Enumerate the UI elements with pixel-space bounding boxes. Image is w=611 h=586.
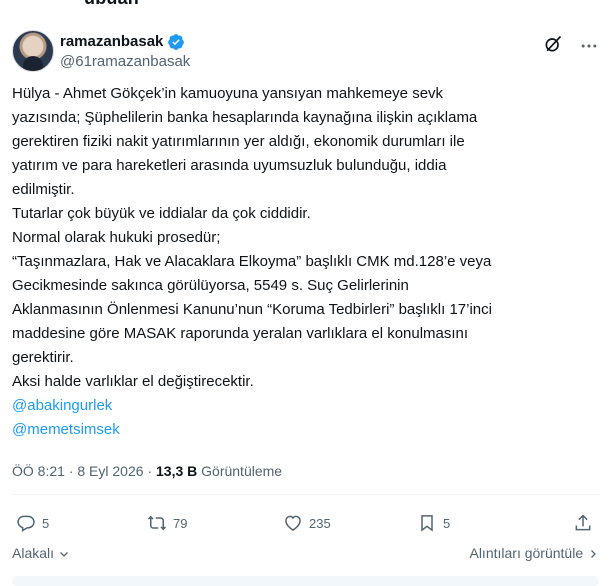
next-section-edge — [12, 576, 599, 586]
reply-icon — [17, 515, 35, 532]
meta-separator: · — [147, 463, 153, 479]
post-text-line: “Taşınmazlara, Hak ve Alacaklara Elkoyma… — [12, 253, 492, 270]
bookmark-count: 5 — [443, 515, 451, 531]
chevron-right-icon — [591, 550, 596, 559]
grok-icon[interactable] — [543, 34, 563, 54]
views-count: 13,3 B — [156, 463, 198, 479]
author-handle[interactable]: @61ramazanbasak — [60, 53, 190, 70]
post-text-line: yazısında; Şüphelilerin banka hesapların… — [12, 109, 478, 126]
meta-separator: · — [68, 463, 74, 479]
repost-count: 79 — [173, 515, 188, 531]
related-label: Alakalı — [12, 545, 55, 561]
chevron-down-icon — [59, 552, 68, 558]
view-quotes-link[interactable]: Alıntıları görüntüle — [469, 545, 599, 561]
repost-icon — [147, 515, 167, 531]
share-icon — [575, 514, 591, 531]
like-count: 235 — [309, 515, 331, 531]
view-quotes-label: Alıntıları görüntüle — [469, 545, 584, 561]
previous-post-cutoff-text: ubuan — [84, 0, 139, 9]
more-icon[interactable] — [579, 36, 599, 56]
like-button[interactable]: 235 — [283, 508, 331, 538]
like-icon — [285, 515, 301, 531]
post-date[interactable]: 8 Eyl 2026 — [77, 463, 143, 479]
reply-count: 5 — [42, 515, 50, 531]
verified-badge-icon — [168, 34, 184, 50]
post-meta: ÖÖ 8:21 · 8 Eyl 2026 · 13,3 B Görüntülem… — [12, 463, 282, 479]
post-header: ramazanbasak @61ramazanbasak — [12, 30, 599, 76]
post-body: Hülya - Ahmet Gökçek’in kamuoyuna yansıy… — [12, 82, 597, 442]
post-text-line: Gecikmesinde sakınca görülüyorsa, 5549 s… — [12, 277, 409, 294]
related-dropdown[interactable]: Alakalı — [12, 545, 70, 561]
divider — [12, 494, 599, 495]
post-text-line: Aksi halde varlıklar el değiştirecektir. — [12, 373, 254, 390]
mention-link[interactable]: @memetsimsek — [12, 418, 597, 442]
author-display-name[interactable]: ramazanbasak — [60, 33, 163, 50]
post-text-line: gerektirir. — [12, 349, 74, 366]
action-bar: 5 79 235 5 — [12, 508, 599, 538]
views-label: Görüntüleme — [201, 463, 283, 479]
post-text-line: Tutarlar çok büyük ve iddialar da çok ci… — [12, 205, 311, 222]
post-text-line: yatırım ve para hareketleri arasında uyu… — [12, 157, 447, 174]
post-text-line: gerektiren fiziki nakit yatırımlarının y… — [12, 133, 465, 150]
mention-link[interactable]: @abakingurlek — [12, 394, 597, 418]
repost-button[interactable]: 79 — [147, 508, 187, 538]
post-text-line: edilmiştir. — [12, 181, 75, 198]
bookmark-button[interactable]: 5 — [417, 508, 450, 538]
post-footer: Alakalı Alıntıları görüntüle — [12, 545, 599, 567]
bookmark-icon — [421, 515, 433, 532]
post-text-line: Normal olarak hukuki prosedür; — [12, 229, 221, 246]
share-button[interactable] — [573, 508, 599, 538]
post-time[interactable]: ÖÖ 8:21 — [12, 463, 65, 479]
post-text-line: Hülya - Ahmet Gökçek’in kamuoyuna yansıy… — [12, 85, 444, 102]
reply-button[interactable]: 5 — [16, 508, 49, 538]
post-text-line: Aklanmasının Önlenmesi Kanunu’nun “Korum… — [12, 301, 492, 318]
post-text-line: maddesine göre MASAK raporunda yeralan v… — [12, 325, 469, 342]
avatar[interactable] — [12, 30, 54, 72]
